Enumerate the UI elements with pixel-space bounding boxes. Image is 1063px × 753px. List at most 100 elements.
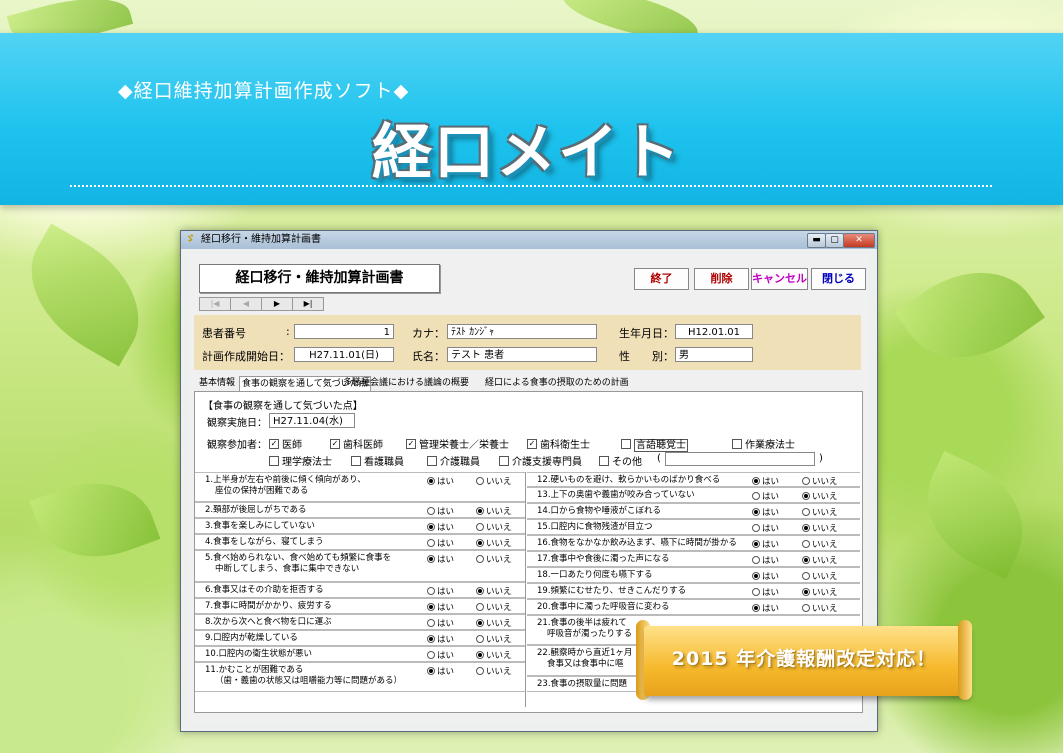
answer-no-option[interactable]: いいえ xyxy=(476,537,512,549)
sex-field[interactable]: 男 xyxy=(675,347,753,362)
patient-id-field[interactable]: 1 xyxy=(294,324,394,339)
tab-oral-intake-plan[interactable]: 経口による食事の摂取のための計画 xyxy=(483,376,631,390)
checkbox[interactable] xyxy=(269,439,279,449)
kana-field[interactable]: ﾃｽﾄ ｶﾝｼﾞｬ xyxy=(447,324,597,339)
radio-button[interactable] xyxy=(752,523,760,532)
cancel-button[interactable]: キャンセル xyxy=(751,268,808,290)
nav-first-button[interactable]: |◀ xyxy=(199,297,231,311)
radio-button[interactable] xyxy=(752,507,760,516)
end-button[interactable]: 終了 xyxy=(634,268,689,290)
answer-yes-option[interactable]: はい xyxy=(752,522,779,534)
radio-button[interactable] xyxy=(427,666,435,675)
answer-no-option[interactable]: いいえ xyxy=(802,554,838,566)
radio-button[interactable] xyxy=(476,522,484,531)
answer-no-option[interactable]: いいえ xyxy=(476,585,512,597)
checkbox[interactable] xyxy=(621,439,631,449)
checkbox[interactable] xyxy=(599,456,609,466)
radio-button[interactable] xyxy=(427,538,435,547)
answer-yes-option[interactable]: はい xyxy=(427,505,454,517)
minimize-button[interactable]: ▬ xyxy=(807,233,826,248)
radio-button[interactable] xyxy=(476,538,484,547)
participant-doctor[interactable]: 医師 xyxy=(269,436,302,451)
answer-yes-option[interactable]: はい xyxy=(427,649,454,661)
answer-no-option[interactable]: いいえ xyxy=(476,553,512,565)
answer-yes-option[interactable]: はい xyxy=(427,633,454,645)
answer-no-option[interactable]: いいえ xyxy=(476,633,512,645)
start-date-field[interactable]: H27.11.01(日) xyxy=(294,347,394,362)
radio-button[interactable] xyxy=(427,618,435,627)
radio-button[interactable] xyxy=(476,506,484,515)
participant-dietitian[interactable]: 管理栄養士／栄養士 xyxy=(406,436,509,451)
radio-button[interactable] xyxy=(802,555,810,564)
radio-button[interactable] xyxy=(476,650,484,659)
checkbox[interactable] xyxy=(732,439,742,449)
radio-button[interactable] xyxy=(802,491,810,500)
answer-no-option[interactable]: いいえ xyxy=(476,475,512,487)
answer-no-option[interactable]: いいえ xyxy=(802,570,838,582)
radio-button[interactable] xyxy=(802,507,810,516)
participant-dental-hygienist[interactable]: 歯科衛生士 xyxy=(527,436,590,451)
radio-button[interactable] xyxy=(427,522,435,531)
checkbox[interactable] xyxy=(427,456,437,466)
radio-button[interactable] xyxy=(802,603,810,612)
radio-button[interactable] xyxy=(476,602,484,611)
participant-physical-therapist[interactable]: 理学療法士 xyxy=(269,453,332,468)
radio-button[interactable] xyxy=(427,586,435,595)
observation-date-field[interactable]: H27.11.04(水) xyxy=(269,413,355,428)
checkbox[interactable] xyxy=(269,456,279,466)
answer-yes-option[interactable]: はい xyxy=(752,475,779,487)
checkbox[interactable] xyxy=(330,439,340,449)
answer-yes-option[interactable]: はい xyxy=(752,538,779,550)
radio-button[interactable] xyxy=(802,523,810,532)
nav-next-button[interactable]: ▶ xyxy=(261,297,293,311)
answer-yes-option[interactable]: はい xyxy=(427,537,454,549)
participant-nurse[interactable]: 看護職員 xyxy=(351,453,404,468)
answer-yes-option[interactable]: はい xyxy=(752,570,779,582)
answer-no-option[interactable]: いいえ xyxy=(802,538,838,550)
radio-button[interactable] xyxy=(427,554,435,563)
radio-button[interactable] xyxy=(752,491,760,500)
answer-yes-option[interactable]: はい xyxy=(427,585,454,597)
radio-button[interactable] xyxy=(427,506,435,515)
radio-button[interactable] xyxy=(476,554,484,563)
delete-button[interactable]: 削除 xyxy=(694,268,749,290)
answer-yes-option[interactable]: はい xyxy=(752,506,779,518)
answer-no-option[interactable]: いいえ xyxy=(802,522,838,534)
answer-no-option[interactable]: いいえ xyxy=(802,506,838,518)
answer-yes-option[interactable]: はい xyxy=(752,554,779,566)
participant-care-manager[interactable]: 介護支援専門員 xyxy=(499,453,582,468)
radio-button[interactable] xyxy=(752,603,760,612)
answer-yes-option[interactable]: はい xyxy=(752,490,779,502)
radio-button[interactable] xyxy=(752,539,760,548)
answer-no-option[interactable]: いいえ xyxy=(476,521,512,533)
answer-no-option[interactable]: いいえ xyxy=(476,649,512,661)
answer-no-option[interactable]: いいえ xyxy=(476,601,512,613)
radio-button[interactable] xyxy=(476,586,484,595)
radio-button[interactable] xyxy=(752,555,760,564)
answer-no-option[interactable]: いいえ xyxy=(802,490,838,502)
answer-yes-option[interactable]: はい xyxy=(427,617,454,629)
participant-speech-therapist[interactable]: 言語聴覚士 xyxy=(621,436,688,452)
answer-yes-option[interactable]: はい xyxy=(427,665,454,677)
answer-yes-option[interactable]: はい xyxy=(427,553,454,565)
participant-care-worker[interactable]: 介護職員 xyxy=(427,453,480,468)
radio-button[interactable] xyxy=(427,650,435,659)
answer-yes-option[interactable]: はい xyxy=(752,602,779,614)
checkbox[interactable] xyxy=(527,439,537,449)
close-window-button[interactable]: ✕ xyxy=(843,233,875,248)
answer-no-option[interactable]: いいえ xyxy=(802,586,838,598)
answer-no-option[interactable]: いいえ xyxy=(476,505,512,517)
radio-button[interactable] xyxy=(802,587,810,596)
radio-button[interactable] xyxy=(427,476,435,485)
participant-other[interactable]: その他 xyxy=(599,453,642,468)
radio-button[interactable] xyxy=(476,618,484,627)
answer-no-option[interactable]: いいえ xyxy=(476,617,512,629)
answer-no-option[interactable]: いいえ xyxy=(802,602,838,614)
participant-dentist[interactable]: 歯科医師 xyxy=(330,436,383,451)
checkbox[interactable] xyxy=(499,456,509,466)
participant-occupational-therapist[interactable]: 作業療法士 xyxy=(732,436,795,451)
radio-button[interactable] xyxy=(427,634,435,643)
radio-button[interactable] xyxy=(752,476,760,485)
checkbox[interactable] xyxy=(406,439,416,449)
nav-last-button[interactable]: ▶| xyxy=(292,297,324,311)
